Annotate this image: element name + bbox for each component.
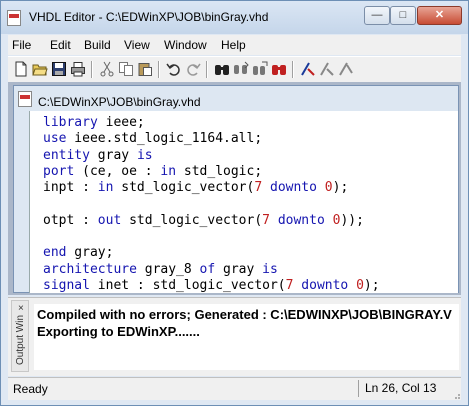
code-keyword: downto: [270, 180, 317, 196]
toolbar-separator: [292, 61, 294, 78]
code-keyword: downto: [277, 212, 325, 228]
code-number: 0: [356, 278, 364, 293]
code-keyword: architecture: [43, 261, 137, 277]
code-text: ));: [340, 212, 364, 228]
code-keyword: library: [43, 115, 98, 130]
code-keyword: in: [160, 163, 177, 179]
code-text: (ce, oe :: [74, 163, 161, 179]
code-text: gray: [89, 147, 137, 163]
tool-b-icon[interactable]: [338, 61, 354, 77]
output-dock-handle[interactable]: × Output Win: [11, 300, 29, 372]
code-line[interactable]: inpt : in std_logic_vector(7 downto 0);: [43, 180, 348, 195]
code-line[interactable]: use ieee.std_logic_1164.all;: [43, 131, 262, 146]
close-button[interactable]: ✕: [417, 6, 462, 25]
find-all-icon[interactable]: [271, 61, 287, 77]
code-text: otpt :: [43, 212, 98, 228]
document-title: C:\EDWinXP\JOB\binGray.vhd: [38, 95, 201, 109]
vhdl-file-icon: [18, 91, 32, 107]
status-bar: Ready Ln 26, Col 13: [8, 377, 461, 400]
code-text: inpt :: [43, 180, 98, 196]
toolbar-separator: [206, 61, 208, 78]
output-line: Exporting to EDWinXP.......: [37, 324, 200, 339]
new-file-icon[interactable]: [13, 61, 29, 77]
menu-file[interactable]: File: [12, 38, 31, 52]
redo-icon[interactable]: [185, 61, 201, 77]
menu-bar: File Edit Build View Window Help: [8, 35, 461, 55]
vhdl-app-icon: [7, 10, 21, 26]
tool-a-icon[interactable]: [319, 61, 335, 77]
code-text: );: [363, 278, 380, 293]
copy-icon[interactable]: [118, 61, 134, 77]
code-keyword: is: [136, 147, 153, 163]
maximize-button[interactable]: □: [390, 6, 416, 25]
code-text: gray;: [66, 245, 114, 261]
toolbar-separator: [91, 61, 93, 78]
code-text: ieee;: [97, 115, 145, 130]
code-line[interactable]: entity gray is: [43, 148, 153, 163]
code-keyword: entity: [43, 147, 90, 163]
code-text: gray: [215, 261, 263, 277]
find-icon[interactable]: [214, 61, 230, 77]
minimize-button[interactable]: —: [364, 6, 390, 25]
code-line[interactable]: signal inet : std_logic_vector(7 downto …: [43, 278, 380, 293]
cursor-position: Ln 26, Col 13: [358, 380, 458, 397]
resize-grip-icon[interactable]: [451, 390, 461, 400]
code-text: std_logic_vector(: [121, 212, 263, 228]
code-keyword: is: [262, 261, 278, 277]
output-label: Output Win: [15, 314, 26, 365]
open-folder-icon[interactable]: [32, 61, 48, 77]
status-text: Ready: [13, 382, 48, 396]
menu-help[interactable]: Help: [221, 38, 246, 52]
code-keyword: use: [43, 131, 67, 147]
menu-edit[interactable]: Edit: [50, 38, 71, 52]
code-line[interactable]: end gray;: [43, 245, 113, 260]
code-text: std_logic_vector(: [113, 180, 255, 196]
output-text[interactable]: Compiled with no errors; Generated : C:\…: [34, 304, 459, 370]
menu-window[interactable]: Window: [164, 38, 207, 52]
menu-view[interactable]: View: [124, 38, 150, 52]
window-title: VHDL Editor - C:\EDWinXP\JOB\binGray.vhd: [29, 10, 269, 24]
code-text: std_logic;: [176, 163, 263, 179]
code-line[interactable]: port (ce, oe : in std_logic;: [43, 164, 262, 179]
print-icon[interactable]: [70, 61, 86, 77]
output-window: × Output Win Compiled with no errors; Ge…: [8, 297, 461, 376]
menu-build[interactable]: Build: [84, 38, 111, 52]
undo-icon[interactable]: [166, 61, 182, 77]
code-keyword: out: [97, 212, 122, 228]
output-close-icon[interactable]: ×: [18, 303, 24, 314]
replace-icon[interactable]: [252, 61, 268, 77]
code-keyword: in: [97, 180, 114, 196]
code-editor[interactable]: library ieee; use ieee.std_logic_1164.all…: [29, 111, 458, 293]
code-keyword: downto: [301, 278, 349, 293]
code-text: gray_8: [136, 261, 200, 277]
code-keyword: signal: [43, 278, 90, 293]
code-line[interactable]: library ieee;: [43, 115, 145, 130]
app-window: VHDL Editor - C:\EDWinXP\JOB\binGray.vhd…: [0, 0, 469, 406]
code-number: 0: [324, 180, 333, 196]
compile-icon[interactable]: [300, 61, 316, 77]
code-number: 7: [262, 212, 270, 228]
paste-icon[interactable]: [137, 61, 153, 77]
save-icon[interactable]: [51, 61, 67, 77]
title-bar[interactable]: VHDL Editor - C:\EDWinXP\JOB\binGray.vhd…: [1, 1, 468, 34]
code-text: );: [332, 180, 349, 196]
code-text: ieee.std_logic_1164.all;: [66, 131, 263, 147]
code-number: 7: [254, 180, 263, 196]
find-next-icon[interactable]: [233, 61, 249, 77]
code-line[interactable]: architecture gray_8 of gray is: [43, 262, 278, 277]
code-text: inet : std_logic_vector(: [89, 278, 286, 293]
toolbar-separator: [158, 61, 160, 78]
code-keyword: port: [43, 163, 75, 179]
cut-icon[interactable]: [99, 61, 115, 77]
output-line: Compiled with no errors; Generated : C:\…: [37, 307, 452, 322]
code-keyword: end: [43, 245, 67, 261]
toolbar: [8, 56, 461, 82]
code-keyword: of: [199, 261, 216, 277]
code-line[interactable]: otpt : out std_logic_vector(7 downto 0))…: [43, 213, 364, 228]
